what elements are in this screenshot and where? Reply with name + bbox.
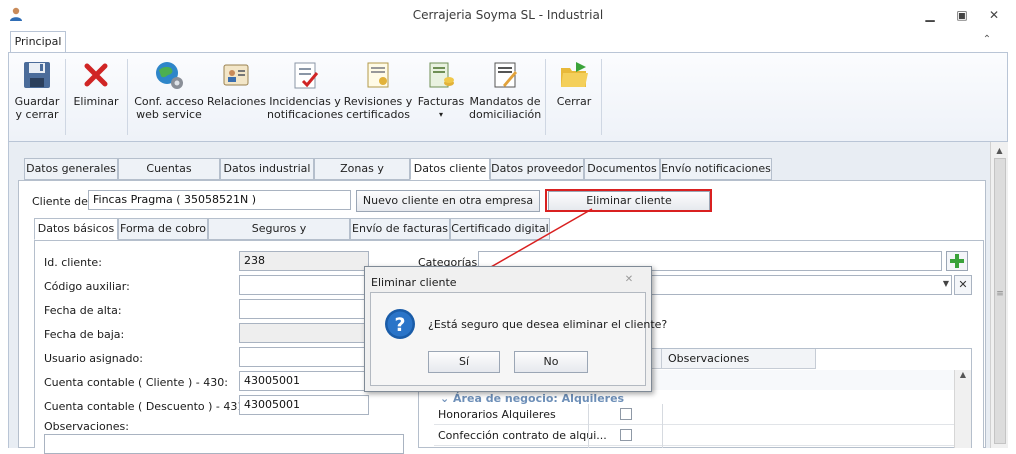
usuario-asignado-label: Usuario asignado:	[44, 352, 143, 365]
save-icon	[24, 62, 50, 88]
save-close-button[interactable]: Guardar y cerrar	[13, 57, 61, 137]
save-label-2: y cerrar	[15, 108, 59, 121]
grid-divider	[588, 404, 589, 448]
clear-icon[interactable]: ✕	[954, 275, 972, 295]
dialog-yes-button[interactable]: Sí	[428, 351, 500, 373]
grid-divider	[662, 404, 663, 448]
subtab-datos-basicos[interactable]: Datos básicos	[34, 218, 118, 240]
ribbon-separator	[545, 59, 546, 135]
mandates-button[interactable]: Mandatos de domiciliación	[469, 57, 541, 137]
close-button[interactable]: Cerrar	[549, 57, 599, 137]
cuenta-descuento-field[interactable]: 43005001	[239, 395, 369, 415]
cliente-label: Cliente de:	[32, 195, 92, 208]
invoices-label: Facturas	[417, 95, 465, 108]
dialog-title: Eliminar cliente	[371, 276, 457, 289]
add-category-button[interactable]	[946, 251, 968, 271]
dialog-no-button[interactable]: No	[514, 351, 588, 373]
relations-label: Relaciones	[207, 95, 267, 108]
ribbon-tab-principal[interactable]: Principal	[10, 31, 66, 53]
tab-documentos[interactable]: Documentos	[584, 158, 660, 180]
ribbon-separator	[127, 59, 128, 135]
subtab-seguros-mantenimientos[interactable]: Seguros y mantenimientos	[208, 218, 350, 255]
tab-datos-cliente[interactable]: Datos cliente	[410, 158, 490, 180]
observaciones-label: Observaciones:	[44, 420, 129, 433]
row-label: Honorarios Alquileres	[438, 408, 556, 421]
codigo-auxiliar-field[interactable]	[239, 275, 369, 295]
grid-scrollbar[interactable]: ▲	[954, 370, 971, 448]
incidents-label-1: Incidencias y	[269, 95, 341, 108]
usuario-asignado-field[interactable]	[239, 347, 369, 367]
invoices-button[interactable]: Facturas ▾	[413, 57, 469, 137]
ribbon-collapse-icon[interactable]: ⌃	[980, 34, 994, 48]
subtab-forma-cobro[interactable]: Forma de cobro	[118, 218, 208, 240]
table-row[interactable]: Honorarios Alquileres	[434, 404, 954, 425]
fecha-alta-field[interactable]	[239, 299, 369, 319]
observaciones-field[interactable]	[44, 434, 404, 454]
close-window-button[interactable]: ✕	[980, 4, 1008, 26]
scroll-thumb[interactable]: ≡	[994, 158, 1006, 444]
invoice-icon	[429, 62, 454, 88]
ribbon-separator	[65, 59, 66, 135]
cuenta-descuento-label: Cuenta contable ( Descuento ) - 4311:	[44, 400, 256, 413]
plus-icon	[950, 254, 964, 268]
subtab-envio-facturas[interactable]: Envío de facturas	[350, 218, 450, 240]
reviews-button[interactable]: Revisiones y certificados	[343, 57, 413, 137]
invoices-dropdown-arrow[interactable]: ▾	[413, 108, 469, 121]
chevron-down-icon[interactable]: ▼	[940, 279, 952, 291]
row-checkbox[interactable]	[620, 429, 632, 441]
tab-cuentas-bancarias[interactable]: Cuentas bancarias	[118, 158, 220, 195]
tab-datos-generales[interactable]: Datos generales	[24, 158, 118, 180]
dialog-close-icon[interactable]: ✕	[622, 274, 636, 288]
folder-close-icon	[561, 62, 588, 87]
web-service-label-1: Conf. acceso	[134, 95, 204, 108]
certificate-icon	[367, 62, 389, 88]
relations-button[interactable]: Relaciones	[207, 57, 267, 137]
codigo-auxiliar-label: Código auxiliar:	[44, 280, 130, 293]
row-label: Confección contrato de alqui...	[438, 429, 607, 442]
fecha-baja-field	[239, 323, 369, 343]
cuenta-cliente-label: Cuenta contable ( Cliente ) - 430:	[44, 376, 228, 389]
row-checkbox[interactable]	[620, 408, 632, 420]
table-row[interactable]: Confección contrato de alqui...	[434, 425, 954, 446]
cuenta-cliente-field[interactable]: 43005001	[239, 371, 369, 391]
window-title: Cerrajeria Soyma SL - Industrial	[412, 8, 604, 22]
cliente-field[interactable]: Fincas Pragma ( 35058521N )	[88, 190, 351, 210]
delete-label: Eliminar	[73, 95, 119, 108]
tab-envio-notificaciones[interactable]: Envío notificaciones	[660, 158, 772, 180]
mandates-label-1: Mandatos de	[469, 95, 541, 108]
save-label-1: Guardar	[14, 95, 60, 108]
id-cliente-field: 238	[239, 251, 369, 271]
web-service-config-button[interactable]: Conf. acceso web service	[133, 57, 205, 137]
checklist-icon	[294, 62, 319, 89]
fecha-baja-label: Fecha de baja:	[44, 328, 125, 341]
ribbon: Guardar y cerrar Eliminar Conf. acceso w…	[8, 52, 1008, 142]
reviews-label-1: Revisiones y	[343, 95, 413, 108]
question-icon: ?	[385, 309, 415, 339]
delete-button[interactable]: Eliminar	[71, 57, 121, 137]
fecha-alta-label: Fecha de alta:	[44, 304, 122, 317]
reviews-label-2: certificados	[346, 108, 410, 121]
web-service-label-2: web service	[136, 108, 202, 121]
contacts-card-icon	[223, 64, 249, 86]
minimize-button[interactable]: ▁	[916, 4, 944, 26]
incidents-label-2: notificaciones	[267, 108, 344, 121]
close-label: Cerrar	[556, 95, 592, 108]
tab-datos-industrial[interactable]: Datos industrial	[220, 158, 314, 180]
id-cliente-label: Id. cliente:	[44, 256, 102, 269]
tab-zonas-servicios[interactable]: Zonas y servicios	[314, 158, 410, 195]
svg-text:?: ?	[394, 314, 405, 336]
mandates-label-2: domiciliación	[469, 108, 542, 121]
incidents-button[interactable]: Incidencias y notificaciones	[267, 57, 343, 137]
ribbon-separator	[601, 59, 602, 135]
scroll-up-icon[interactable]: ▲	[991, 146, 1008, 155]
tab-datos-proveedor[interactable]: Datos proveedor	[490, 158, 584, 180]
grid-header-observaciones[interactable]: Observaciones	[662, 349, 816, 369]
delete-icon	[84, 63, 108, 87]
scroll-up-icon[interactable]: ▲	[955, 370, 971, 379]
restore-button[interactable]: ▣	[948, 4, 976, 26]
web-service-icon	[156, 62, 183, 89]
mandate-icon	[494, 62, 517, 88]
dialog-message: ¿Está seguro que desea eliminar el clien…	[428, 318, 668, 331]
window-scrollbar[interactable]: ▲ ≡	[990, 142, 1008, 448]
